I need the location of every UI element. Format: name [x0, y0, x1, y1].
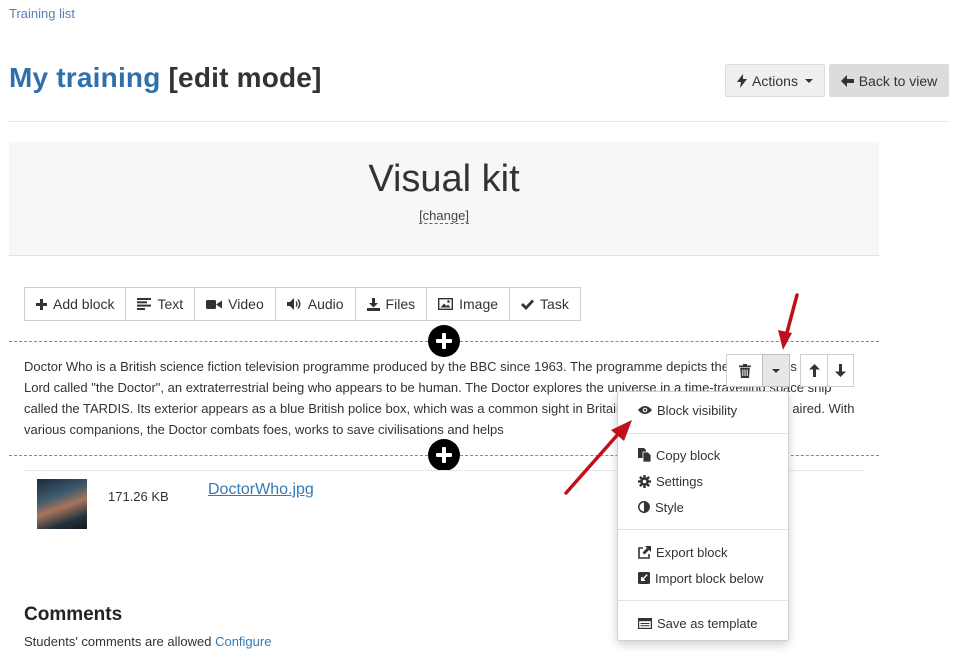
comments-status-text: Students' comments are allowed	[24, 634, 216, 649]
import-block-below-label: Import block below	[655, 570, 764, 586]
insert-block-below-button[interactable]	[428, 439, 460, 471]
download-icon	[366, 297, 380, 311]
menu-divider	[618, 529, 788, 530]
annotation-arrow-toggle	[783, 293, 799, 342]
menu-divider	[618, 433, 788, 434]
block-visibility-label: Block visibility	[657, 402, 738, 418]
breadcrumb-training-list[interactable]: Training list	[9, 6, 75, 21]
kit-title: Visual kit	[368, 158, 520, 200]
block-menu-toggle[interactable]	[762, 354, 790, 387]
add-block-button[interactable]: Add block	[25, 288, 127, 320]
edit-mode-label: [edit mode]	[160, 62, 322, 93]
page-title: My training [edit mode]	[9, 62, 322, 94]
actions-button[interactable]: Actions	[725, 64, 825, 97]
comments-title: Comments	[24, 604, 123, 625]
adjust-icon	[638, 501, 650, 513]
caret-down-icon	[804, 78, 813, 83]
audio-label: Audio	[307, 296, 344, 312]
task-label: Task	[540, 296, 569, 312]
comments-status: Students' comments are allowed Configure	[24, 634, 271, 649]
text-label: Text	[157, 296, 184, 312]
annotation-arrows	[564, 293, 799, 495]
annotation-arrow-visibility	[564, 430, 622, 495]
copy-block-label: Copy block	[656, 447, 721, 463]
back-to-view-button[interactable]: Back to view	[829, 64, 949, 97]
task-block-button[interactable]: Task	[510, 288, 580, 320]
arrow-up-icon	[808, 364, 820, 377]
settings-label: Settings	[656, 473, 703, 489]
plus-icon	[36, 298, 47, 310]
style-label: Style	[655, 499, 684, 515]
insert-block-above-button[interactable]	[428, 325, 460, 357]
files-label: Files	[385, 296, 416, 312]
check-icon	[521, 299, 535, 310]
arrow-down-icon	[835, 364, 846, 377]
annotation-arrowhead-toggle	[778, 330, 792, 350]
menu-item-style[interactable]: Style	[638, 496, 684, 518]
file-size: 171.26 KB	[108, 489, 169, 504]
add-block-label: Add block	[53, 296, 115, 312]
eye-icon	[638, 406, 652, 414]
block-actions-menu: Block visibility Copy block Settings Sty…	[617, 391, 789, 641]
delete-block-button[interactable]	[726, 354, 764, 387]
back-label: Back to view	[858, 72, 938, 89]
move-block-down-button[interactable]	[827, 354, 854, 387]
text-block-button[interactable]: Text	[126, 288, 196, 320]
image-label: Image	[459, 296, 499, 312]
file-link[interactable]: DoctorWho.jpg	[208, 481, 314, 499]
header-divider	[9, 121, 949, 122]
visual-kit-panel: Visual kit [change]	[9, 142, 879, 256]
audio-block-button[interactable]: Audio	[276, 288, 356, 320]
menu-item-block-visibility[interactable]: Block visibility	[638, 399, 737, 421]
block-toolbar: Add block Text Video Audio Files Image T…	[24, 287, 581, 321]
external-link-icon	[638, 545, 651, 559]
arrow-left-icon	[840, 74, 854, 87]
gear-icon	[638, 474, 651, 488]
video-camera-icon	[206, 299, 223, 309]
copy-icon	[638, 448, 651, 462]
import-icon	[638, 572, 650, 584]
menu-item-save-as-template[interactable]: Save as template	[638, 612, 757, 634]
trash-icon	[739, 363, 751, 378]
actions-label: Actions	[752, 72, 798, 89]
image-block-button[interactable]: Image	[427, 288, 511, 320]
template-icon	[638, 617, 652, 629]
menu-divider	[618, 600, 788, 601]
menu-item-export-block[interactable]: Export block	[638, 541, 728, 563]
picture-icon	[438, 298, 454, 310]
video-label: Video	[228, 296, 264, 312]
file-thumbnail	[37, 479, 87, 529]
align-left-icon	[137, 298, 152, 310]
export-block-label: Export block	[656, 544, 728, 560]
move-block-up-button[interactable]	[800, 354, 828, 387]
files-block-button[interactable]: Files	[356, 288, 428, 320]
training-title-link[interactable]: My training	[9, 62, 161, 93]
change-kit-link[interactable]: [change]	[419, 208, 469, 224]
volume-icon	[286, 298, 301, 310]
menu-item-settings[interactable]: Settings	[638, 470, 703, 492]
caret-down-icon	[772, 368, 780, 373]
video-block-button[interactable]: Video	[195, 288, 276, 320]
menu-item-copy-block[interactable]: Copy block	[638, 444, 720, 466]
lightning-icon	[737, 73, 748, 88]
menu-item-import-block-below[interactable]: Import block below	[638, 567, 763, 589]
save-as-template-label: Save as template	[657, 615, 758, 631]
configure-comments-link[interactable]: Configure	[215, 634, 271, 649]
